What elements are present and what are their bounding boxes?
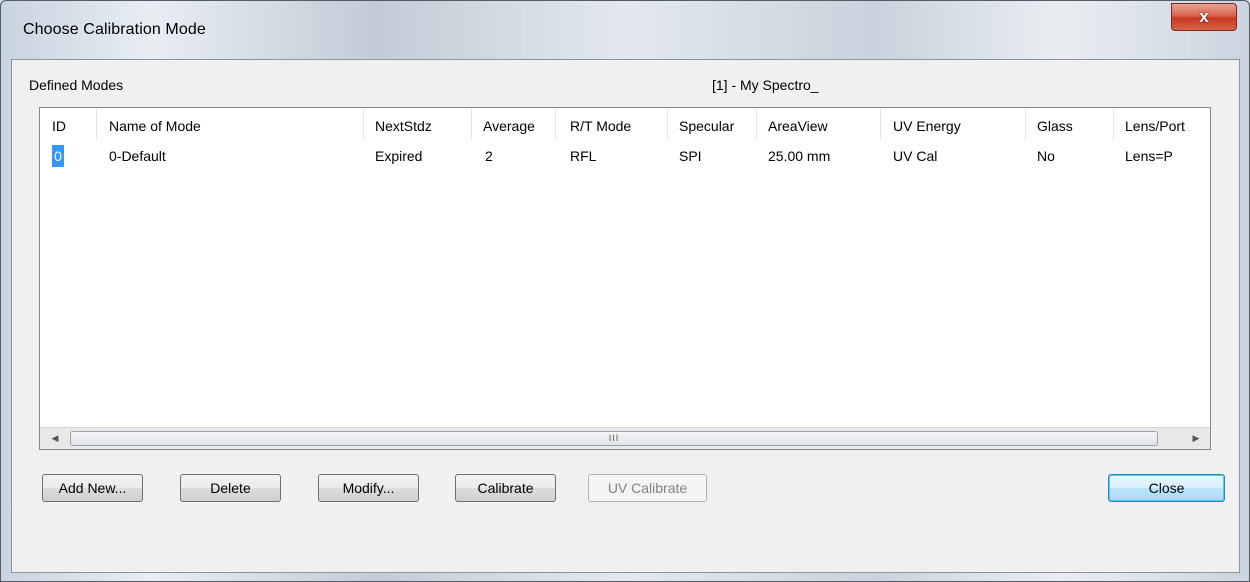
column-header-glass[interactable]: Glass <box>1037 108 1073 140</box>
defined-modes-label: Defined Modes <box>29 77 124 93</box>
column-header-average[interactable]: Average <box>483 108 535 140</box>
column-divider[interactable] <box>471 108 472 140</box>
column-header-uv-energy[interactable]: UV Energy <box>893 108 961 140</box>
cell-glass: No <box>1037 148 1055 164</box>
modes-list[interactable]: ID Name of Mode NextStdz Average R/T Mod… <box>39 107 1211 450</box>
list-header: ID Name of Mode NextStdz Average R/T Mod… <box>40 108 1210 140</box>
column-divider[interactable] <box>96 108 97 140</box>
column-divider[interactable] <box>880 108 881 140</box>
dialog-client-area: Defined Modes [1] - My Spectro_ ID Name … <box>11 59 1240 573</box>
close-icon: x <box>1199 7 1209 26</box>
column-divider[interactable] <box>1113 108 1114 140</box>
right-arrow-icon[interactable]: ▶ <box>1185 428 1207 449</box>
cell-lens-port: Lens=P <box>1125 148 1173 164</box>
add-new-button[interactable]: Add New... <box>42 474 143 502</box>
left-arrow-icon[interactable]: ◀ <box>44 428 66 449</box>
cell-areaview: 25.00 mm <box>768 148 831 164</box>
column-divider[interactable] <box>756 108 757 140</box>
column-header-areaview[interactable]: AreaView <box>768 108 828 140</box>
column-divider[interactable] <box>667 108 668 140</box>
column-divider[interactable] <box>1025 108 1026 140</box>
cell-nextstdz: Expired <box>375 148 423 164</box>
delete-button[interactable]: Delete <box>180 474 281 502</box>
scrollbar-thumb[interactable]: III <box>70 431 1158 446</box>
column-header-rt-mode[interactable]: R/T Mode <box>570 108 631 140</box>
column-header-name[interactable]: Name of Mode <box>109 108 201 140</box>
cell-uv-energy: UV Cal <box>893 148 938 164</box>
row-id-cell-selected[interactable]: 0 <box>52 145 64 167</box>
horizontal-scrollbar[interactable]: ◀ III ▶ <box>40 427 1210 449</box>
close-button[interactable]: Close <box>1108 474 1225 502</box>
modify-button[interactable]: Modify... <box>318 474 419 502</box>
uv-calibrate-button[interactable]: UV Calibrate <box>588 474 707 502</box>
column-divider[interactable] <box>555 108 556 140</box>
window-title: Choose Calibration Mode <box>23 21 206 38</box>
dialog-window: Choose Calibration Mode x Defined Modes … <box>0 0 1250 582</box>
cell-average: 2 <box>485 148 493 164</box>
column-header-lens-port[interactable]: Lens/Port <box>1125 108 1185 140</box>
device-label: [1] - My Spectro_ <box>712 77 819 93</box>
table-row[interactable]: 0 0-Default Expired 2 RFL SPI 25.00 mm U… <box>40 145 1210 167</box>
column-header-nextstdz[interactable]: NextStdz <box>375 108 432 140</box>
column-header-specular[interactable]: Specular <box>679 108 734 140</box>
window-close-button[interactable]: x <box>1171 3 1237 31</box>
cell-name: 0-Default <box>109 148 166 164</box>
calibrate-button[interactable]: Calibrate <box>455 474 556 502</box>
grip-icon: III <box>608 433 620 443</box>
cell-rt-mode: RFL <box>570 148 597 164</box>
cell-specular: SPI <box>679 148 702 164</box>
column-header-id[interactable]: ID <box>52 108 66 140</box>
column-divider[interactable] <box>363 108 364 140</box>
